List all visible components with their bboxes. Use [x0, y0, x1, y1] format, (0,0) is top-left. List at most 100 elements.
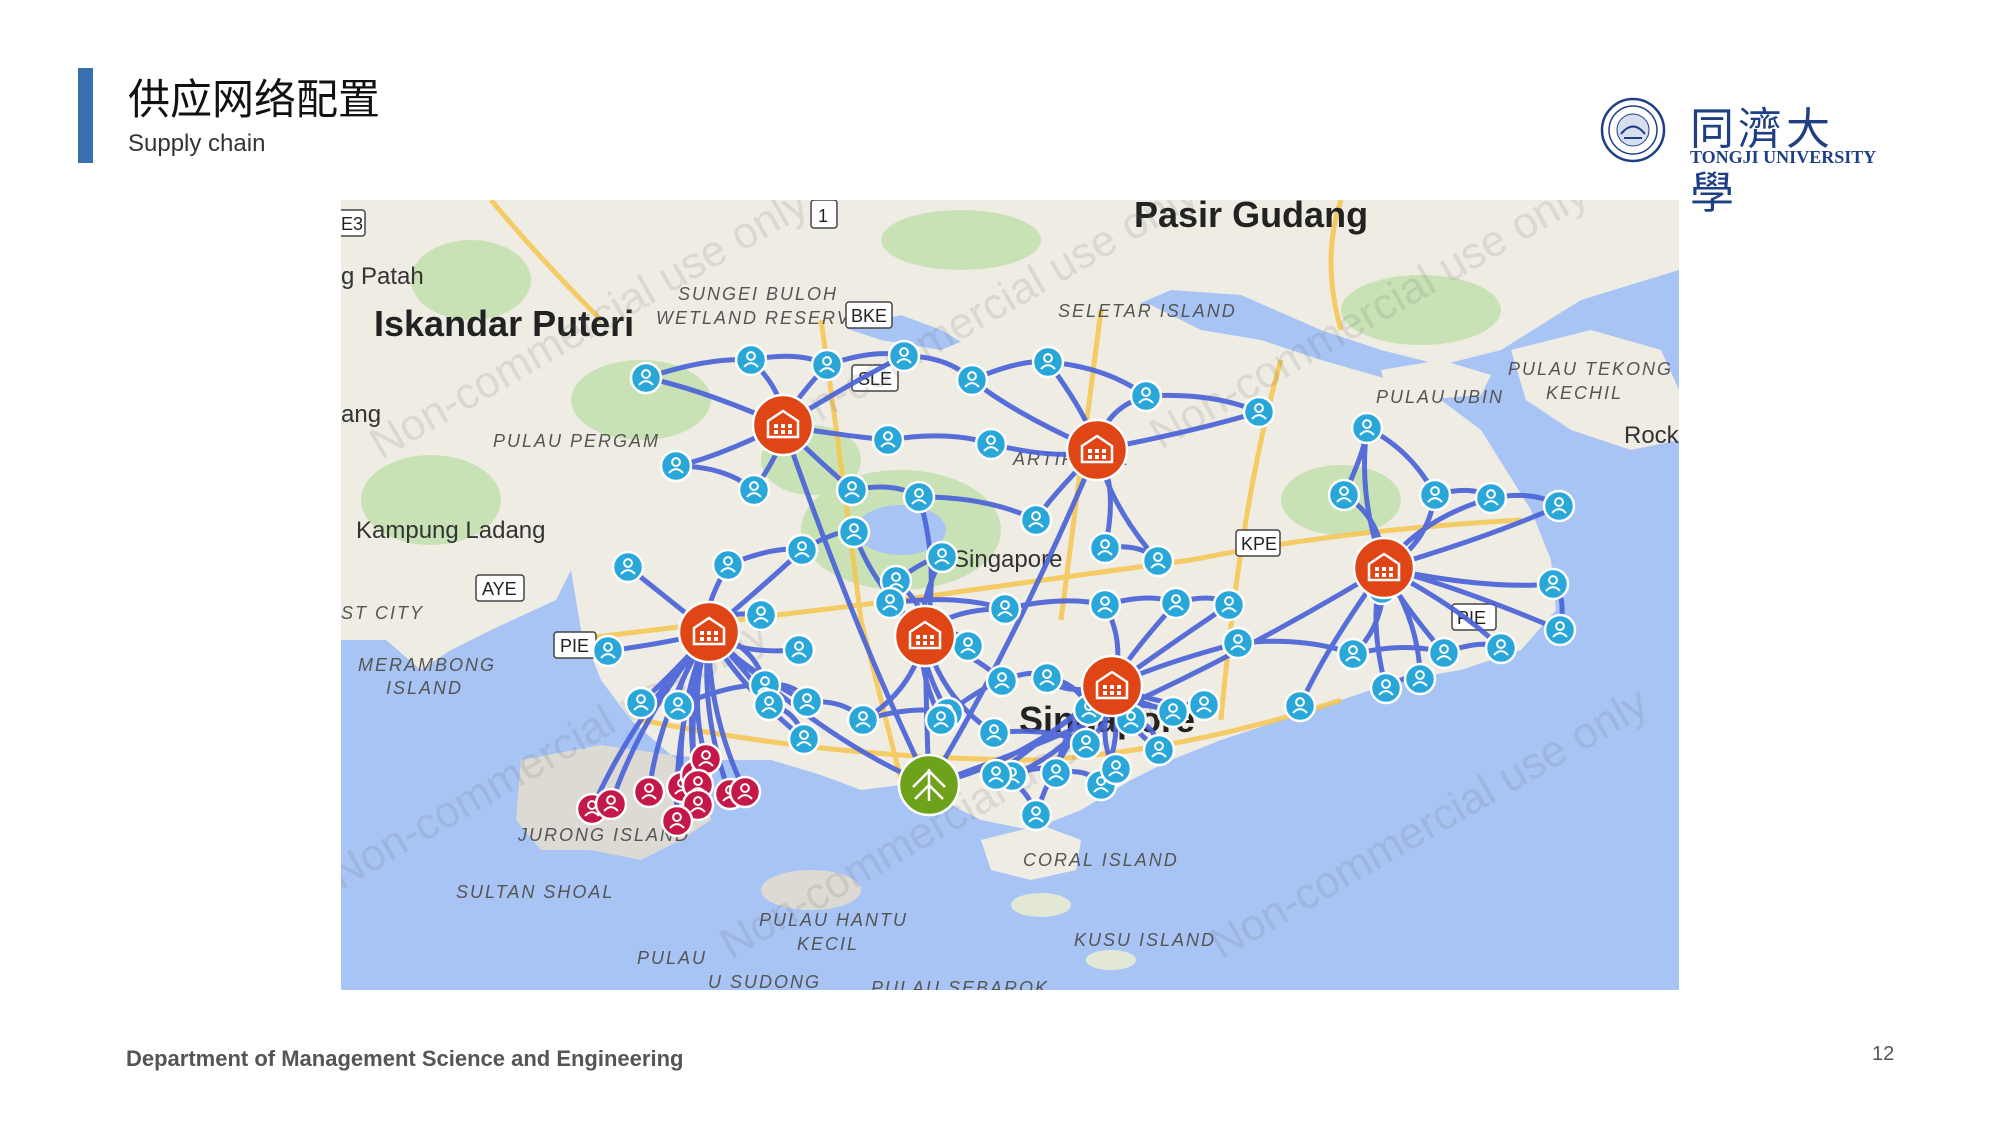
customer-marker[interactable]: [925, 540, 959, 574]
customer-marker[interactable]: [974, 427, 1008, 461]
university-seal-icon: [1600, 97, 1666, 163]
label-kecil: KECIL: [797, 934, 859, 954]
label-island: ISLAND: [386, 678, 463, 698]
jurong-customer-marker[interactable]: [660, 804, 694, 838]
customer-marker[interactable]: [787, 722, 821, 756]
customer-marker[interactable]: [790, 685, 824, 719]
customer-marker[interactable]: [1019, 503, 1053, 537]
customer-marker[interactable]: [1019, 798, 1053, 832]
customer-marker[interactable]: [629, 361, 663, 395]
jurong-customer-marker[interactable]: [594, 787, 628, 821]
warehouse-marker[interactable]: [893, 604, 957, 668]
jurong-customer-marker[interactable]: [632, 775, 666, 809]
customer-marker[interactable]: [782, 633, 816, 667]
customer-marker[interactable]: [1088, 588, 1122, 622]
supply-network-map[interactable]: Pasir Gudang Iskandar Puteri g Patah ang…: [341, 200, 1679, 990]
customer-marker[interactable]: [737, 473, 771, 507]
university-logo: 同濟大學 TONGJI UNIVERSITY: [1600, 97, 1880, 219]
warehouse-marker[interactable]: [1352, 536, 1416, 600]
svg-text:PIE: PIE: [560, 636, 589, 656]
customer-marker[interactable]: [951, 629, 985, 663]
customer-marker[interactable]: [1069, 727, 1103, 761]
customer-marker[interactable]: [1327, 478, 1361, 512]
label-seletar: SELETAR ISLAND: [1058, 301, 1237, 321]
label-pulau-sebarok: PULAU SEBAROK: [871, 978, 1049, 990]
place-kampung-ladang: Kampung Ladang: [356, 517, 546, 544]
supplier-marker[interactable]: [897, 753, 961, 817]
customer-marker[interactable]: [1427, 636, 1461, 670]
customer-marker[interactable]: [1542, 489, 1576, 523]
shield-e3: E3: [341, 209, 366, 237]
label-kechil: KECHIL: [1546, 383, 1623, 403]
customer-marker[interactable]: [924, 703, 958, 737]
customer-marker[interactable]: [887, 339, 921, 373]
customer-marker[interactable]: [902, 480, 936, 514]
svg-text:KPE: KPE: [1241, 534, 1277, 554]
customer-marker[interactable]: [785, 533, 819, 567]
label-pulau: PULAU: [637, 948, 707, 968]
customer-marker[interactable]: [661, 689, 695, 723]
customer-marker[interactable]: [1369, 671, 1403, 705]
customer-marker[interactable]: [1156, 695, 1190, 729]
customer-marker[interactable]: [837, 515, 871, 549]
customer-marker[interactable]: [1212, 588, 1246, 622]
customer-marker[interactable]: [1336, 637, 1370, 671]
customer-marker[interactable]: [752, 688, 786, 722]
shield-aye: AYE: [475, 574, 525, 602]
customer-marker[interactable]: [659, 449, 693, 483]
warehouse-marker[interactable]: [751, 393, 815, 457]
customer-marker[interactable]: [1484, 631, 1518, 665]
label-merambong: MERAMBONG: [358, 655, 496, 675]
customer-marker[interactable]: [1141, 544, 1175, 578]
shield-bke: BKE: [845, 301, 893, 329]
warehouse-marker[interactable]: [677, 600, 741, 664]
customer-marker[interactable]: [1030, 661, 1064, 695]
customer-marker[interactable]: [979, 758, 1013, 792]
label-kusu-island: KUSU ISLAND: [1074, 930, 1216, 950]
customer-marker[interactable]: [1088, 531, 1122, 565]
customer-marker[interactable]: [734, 343, 768, 377]
customer-marker[interactable]: [1039, 756, 1073, 790]
customer-marker[interactable]: [1403, 662, 1437, 696]
footer-department: Department of Management Science and Eng…: [126, 1046, 684, 1071]
customer-marker[interactable]: [711, 548, 745, 582]
customer-marker[interactable]: [1543, 613, 1577, 647]
place-g-patah: g Patah: [341, 263, 424, 290]
customer-marker[interactable]: [1242, 395, 1276, 429]
customer-marker[interactable]: [835, 473, 869, 507]
customer-marker[interactable]: [1283, 689, 1317, 723]
label-pulau-pergam: PULAU PERGAM: [493, 431, 660, 451]
jurong-customer-marker[interactable]: [728, 775, 762, 809]
customer-marker[interactable]: [1350, 411, 1384, 445]
customer-marker[interactable]: [1129, 379, 1163, 413]
svg-text:AYE: AYE: [482, 579, 517, 599]
warehouse-marker[interactable]: [1065, 418, 1129, 482]
customer-marker[interactable]: [611, 550, 645, 584]
customer-marker[interactable]: [985, 664, 1019, 698]
page-title: 供应网络配置: [128, 75, 381, 124]
customer-marker[interactable]: [744, 598, 778, 632]
customer-marker[interactable]: [1474, 481, 1508, 515]
customer-marker[interactable]: [873, 586, 907, 620]
label-pulau-ubin: PULAU UBIN: [1376, 387, 1504, 407]
customer-marker[interactable]: [871, 423, 905, 457]
customer-marker[interactable]: [977, 716, 1011, 750]
customer-marker[interactable]: [1221, 626, 1255, 660]
shield-kpe: KPE: [1235, 529, 1281, 557]
label-u-sudong: U SUDONG: [708, 972, 821, 990]
customer-marker[interactable]: [1031, 345, 1065, 379]
customer-marker[interactable]: [810, 348, 844, 382]
customer-marker[interactable]: [1142, 733, 1176, 767]
customer-marker[interactable]: [1187, 688, 1221, 722]
customer-marker[interactable]: [1099, 752, 1133, 786]
customer-marker[interactable]: [955, 363, 989, 397]
label-sultan-shoal: SULTAN SHOAL: [456, 882, 614, 902]
customer-marker[interactable]: [1418, 478, 1452, 512]
customer-marker[interactable]: [988, 592, 1022, 626]
customer-marker[interactable]: [591, 634, 625, 668]
customer-marker[interactable]: [1536, 567, 1570, 601]
warehouse-marker[interactable]: [1080, 654, 1144, 718]
customer-marker[interactable]: [846, 703, 880, 737]
customer-marker[interactable]: [1159, 586, 1193, 620]
customer-marker[interactable]: [624, 686, 658, 720]
